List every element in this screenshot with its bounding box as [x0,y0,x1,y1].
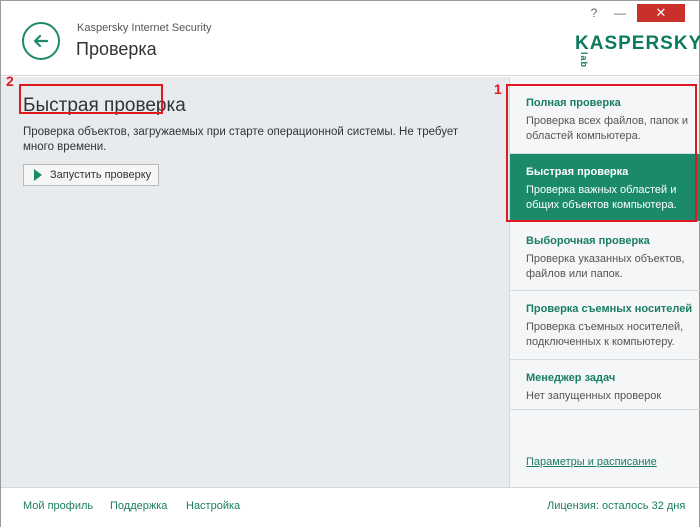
schedule-settings-link[interactable]: Параметры и расписание [526,456,657,468]
header: Kaspersky Internet Security Проверка ? —… [1,1,700,77]
arrow-left-icon [33,34,49,48]
start-scan-label: Запустить проверку [50,169,152,181]
scan-description: Проверка объектов, загружаемых при старт… [23,126,459,153]
close-button[interactable]: ✕ [637,4,685,22]
annotation-label-2: 2 [6,73,14,89]
sidebar-item-task-manager[interactable]: Менеджер задач Нет запущенных проверок [510,360,700,410]
sidebar-item-title: Менеджер задач [526,372,616,384]
sidebar-item-removable-scan[interactable]: Проверка съемных носителей Проверка съем… [510,291,700,360]
settings-link[interactable]: Настройка [186,500,240,512]
page-title: Проверка [76,39,157,59]
my-profile-link[interactable]: Мой профиль [23,500,93,512]
sidebar-item-desc: Проверка съемных носителей, подключенных… [526,321,684,348]
logo-lab: lab [579,51,590,69]
sidebar-item-desc: Проверка указанных объектов, файлов или … [526,253,685,280]
main-panel: Быстрая проверка Проверка объектов, загр… [1,77,509,487]
sidebar-item-desc: Нет запущенных проверок [526,390,662,402]
footer: Мой профиль Поддержка Настройка Лицензия… [1,487,699,527]
app-name: Kaspersky Internet Security [77,22,212,34]
sidebar-item-title: Выборочная проверка [526,235,650,247]
start-scan-button[interactable]: Запустить проверку [23,164,159,186]
kaspersky-logo: KASPERSKYlab [575,33,700,77]
back-button[interactable] [22,22,60,60]
annotation-box-1 [506,84,697,222]
annotation-box-2 [19,84,163,114]
license-status-link[interactable]: Лицензия: осталось 32 дня [547,500,685,512]
sidebar-item-custom-scan[interactable]: Выборочная проверка Проверка указанных о… [510,223,700,291]
annotation-label-1: 1 [494,81,502,97]
app-window: Kaspersky Internet Security Проверка ? —… [0,0,700,527]
help-button[interactable]: ? [587,4,601,22]
logo-text: KASPERSKY [575,33,700,54]
support-link[interactable]: Поддержка [110,500,167,512]
play-icon [34,169,42,181]
minimize-button[interactable]: — [608,4,632,22]
sidebar-item-title: Проверка съемных носителей [526,303,693,315]
